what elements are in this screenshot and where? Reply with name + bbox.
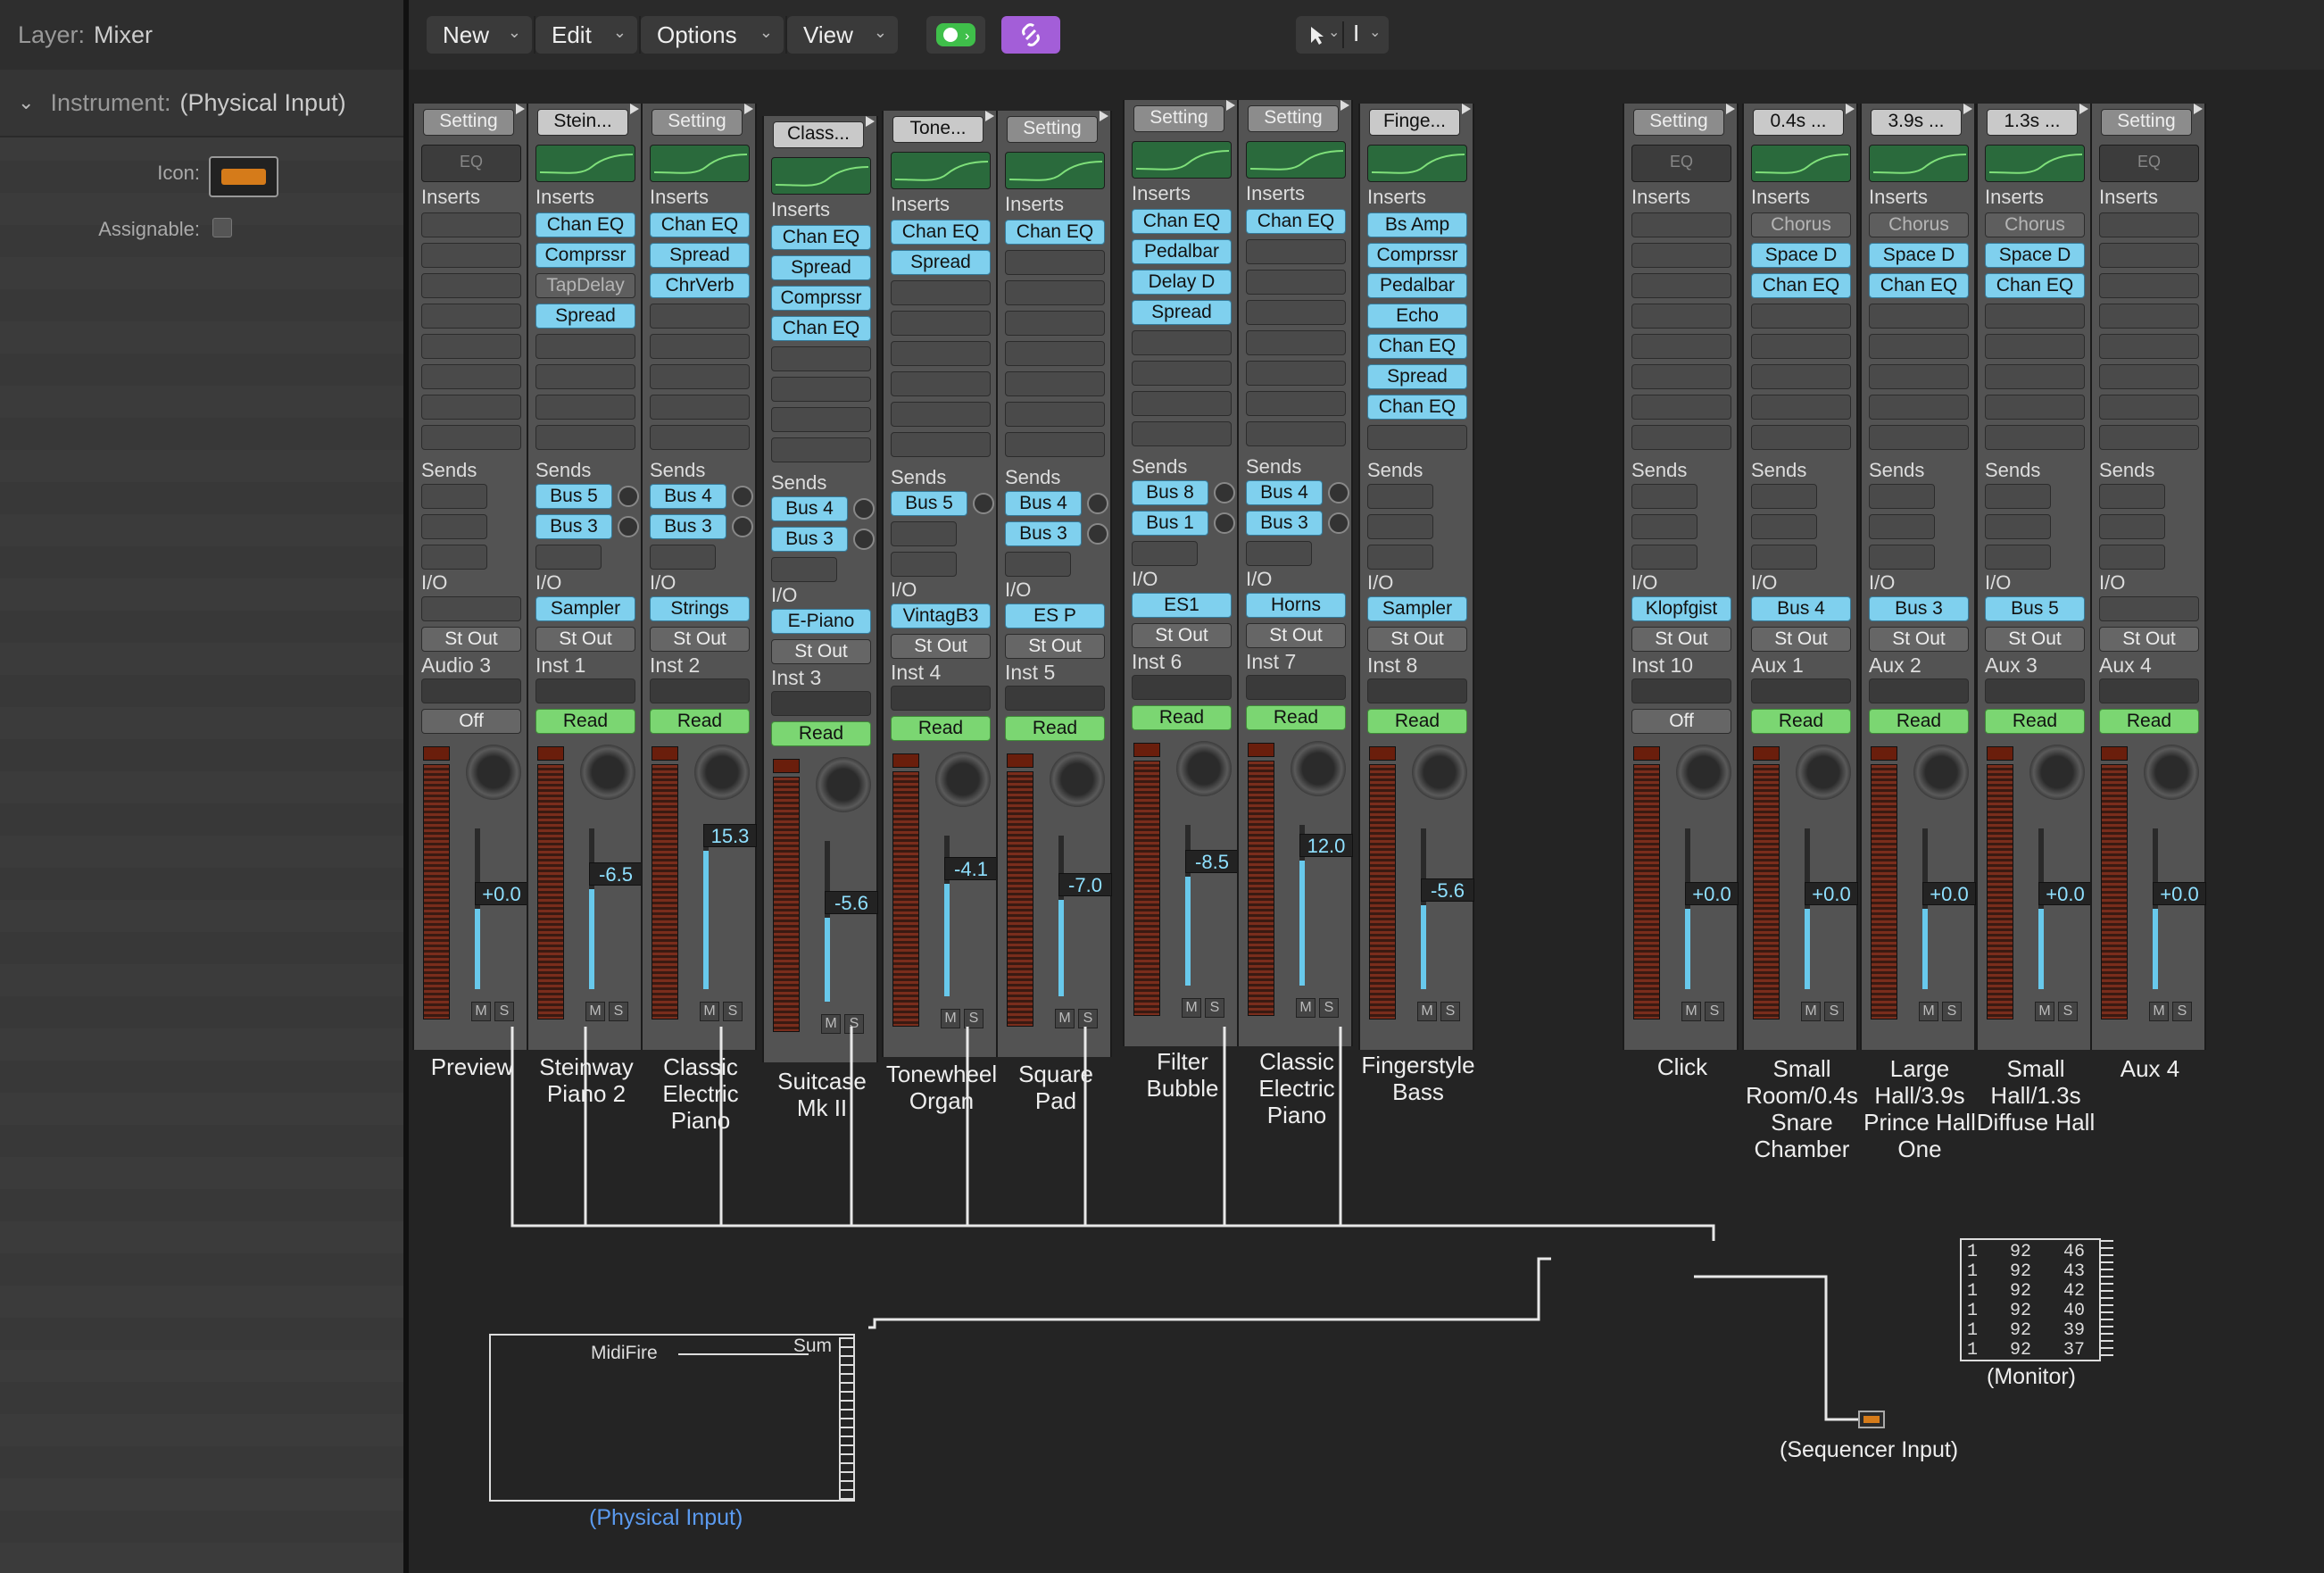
monitor-label: (Monitor) <box>1987 1364 2077 1389</box>
monitor-row: 1 92 42 <box>1967 1281 2086 1302</box>
monitor-row: 1 92 46 <box>1967 1242 2086 1262</box>
midifire-line <box>678 1353 809 1355</box>
chevron-down-icon[interactable]: ⌄ <box>18 91 34 114</box>
icon-label: Icon: <box>157 162 200 184</box>
layer-label: Layer: <box>18 21 86 48</box>
instrument-label: Instrument: <box>50 88 171 116</box>
inspector-panel: Layer: Mixer ⌄ Instrument: (Physical Inp… <box>0 0 403 1573</box>
monitor-row: 1 92 39 <box>1967 1320 2086 1341</box>
sum-label: Sum <box>793 1336 832 1356</box>
physical-input-object[interactable]: MidiFire Sum <box>489 1334 855 1502</box>
assignable-checkbox[interactable] <box>212 218 232 237</box>
monitor-row: 1 92 43 <box>1967 1261 2086 1282</box>
instrument-value: (Physical Input) <box>179 88 346 116</box>
sequencer-input-label: (Sequencer Input) <box>1780 1437 1959 1462</box>
midifire-label: MidiFire <box>591 1343 658 1363</box>
layer-header: Layer: Mixer <box>0 0 403 70</box>
physical-to-monitor-cable[interactable] <box>868 1257 1551 1329</box>
physical-input-label: (Physical Input) <box>589 1505 743 1530</box>
output-port-column[interactable] <box>839 1337 853 1502</box>
midi-device-icon <box>1863 1416 1880 1423</box>
icon-row: Icon: <box>0 156 403 197</box>
strip-cables[interactable] <box>584 1027 1342 1226</box>
monitor-object[interactable]: 1 92 46 1 92 43 1 92 42 1 92 40 1 92 39 1 92 … <box>1960 1238 2113 1361</box>
environment-area: New ⌄ Edit ⌄ Options ⌄ View ⌄ › ⌄ I ⌄ Settin… <box>409 0 2324 1573</box>
monitor-row: 1 92 37 <box>1967 1340 2086 1361</box>
mixer-window: Layer: Mixer ⌄ Instrument: (Physical Inp… <box>0 0 2324 1573</box>
monitor-row: 1 92 40 <box>1967 1301 2086 1321</box>
sum-cable[interactable] <box>510 1027 1715 1241</box>
instrument-header[interactable]: ⌄ Instrument: (Physical Input) <box>0 70 403 137</box>
monitor-to-sequencer-cable[interactable] <box>1694 1275 1858 1421</box>
assignable-label: Assignable: <box>98 218 200 240</box>
midi-device-icon[interactable] <box>209 156 278 197</box>
sequencer-input-object[interactable] <box>1858 1411 1885 1428</box>
assignable-row: Assignable: <box>0 214 403 246</box>
layer-value: Mixer <box>94 21 154 48</box>
monitor-port-column[interactable] <box>2101 1240 2113 1360</box>
